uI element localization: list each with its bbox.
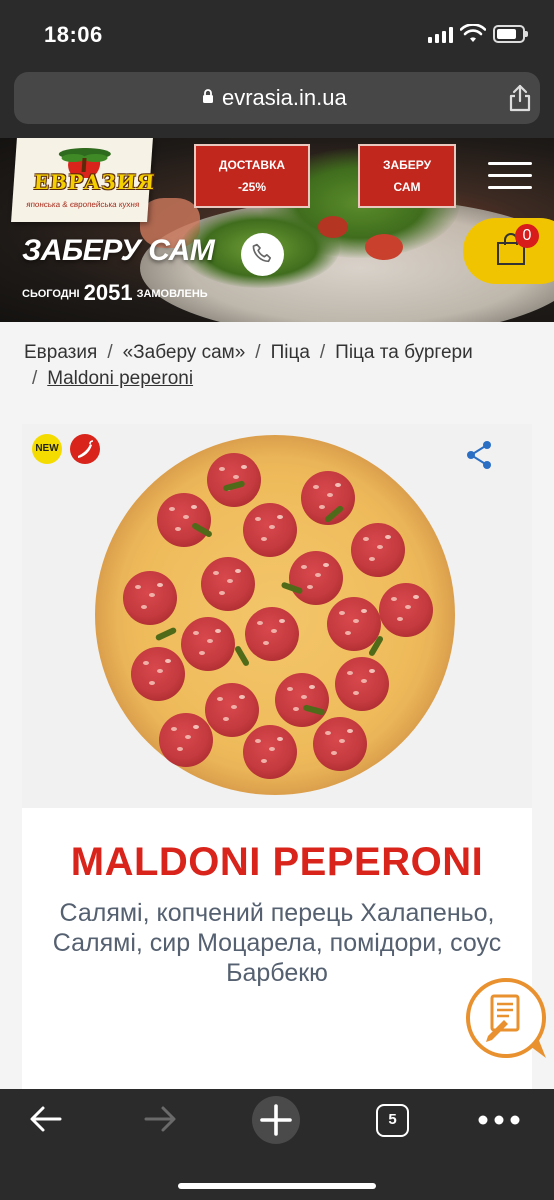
page-content: Евразия / «Заберу сам» / Піца / Піца та бургер… bbox=[0, 322, 554, 1089]
spicy-badge bbox=[70, 434, 100, 464]
delivery-button[interactable]: ДОСТАВКА -25% bbox=[194, 144, 310, 208]
pepperoni-slice bbox=[157, 493, 211, 547]
breadcrumb-item[interactable]: «Заберу сам» bbox=[123, 342, 246, 363]
share-network-icon[interactable] bbox=[465, 440, 493, 470]
pepperoni-slice bbox=[275, 673, 329, 727]
pepperoni-slice bbox=[201, 557, 255, 611]
pepperoni-slice bbox=[335, 657, 389, 711]
hero-food-tomato bbox=[365, 234, 403, 260]
battery-icon bbox=[493, 25, 528, 43]
breadcrumb-separator: / bbox=[32, 368, 38, 389]
status-time: 18:06 bbox=[44, 22, 103, 47]
pepperoni-slice bbox=[243, 503, 297, 557]
pickup-button[interactable]: ЗАБЕРУ САМ bbox=[358, 144, 456, 208]
orders-prefix: СЬОГОДНІ bbox=[22, 288, 80, 300]
pepperoni-slice bbox=[243, 725, 297, 779]
orders-counter: СЬОГОДНІ 2051 ЗАМОВЛЕНЬ bbox=[22, 280, 208, 306]
menu-icon[interactable] bbox=[488, 162, 532, 190]
orders-count: 2051 bbox=[83, 280, 133, 305]
pepperoni-slice bbox=[159, 713, 213, 767]
cart-count-badge: 0 bbox=[515, 224, 539, 248]
cart-button[interactable]: 0 bbox=[463, 218, 554, 284]
page-title: ЗАБЕРУ САМ bbox=[22, 234, 215, 267]
product-description: Салямі, копчений перець Халапеньо, Салям… bbox=[52, 899, 502, 987]
hero-food-tomato-2 bbox=[318, 216, 348, 238]
breadcrumb-current[interactable]: Maldoni peperoni bbox=[47, 368, 193, 389]
breadcrumb: Евразия / «Заберу сам» / Піца / Піца та бургер… bbox=[24, 340, 534, 392]
phone-button[interactable] bbox=[241, 233, 284, 276]
orders-suffix: ЗАМОВЛЕНЬ bbox=[136, 288, 208, 300]
phone-icon bbox=[252, 243, 272, 263]
pepperoni-slice bbox=[123, 571, 177, 625]
breadcrumb-separator: / bbox=[107, 342, 113, 363]
pepperoni-slice bbox=[207, 453, 261, 507]
product-card: NEW MALDONI PEPERONI Салямі, копчений пе… bbox=[22, 424, 532, 1089]
breadcrumb-item[interactable]: Евразия bbox=[24, 342, 97, 363]
pepperoni-slice bbox=[205, 683, 259, 737]
more-options-icon[interactable] bbox=[478, 1115, 520, 1125]
pepperoni-slice bbox=[245, 607, 299, 661]
breadcrumb-separator: / bbox=[319, 342, 326, 363]
delivery-button-label: ДОСТАВКА bbox=[218, 158, 286, 172]
signal-icon bbox=[428, 27, 454, 43]
breadcrumb-separator: / bbox=[255, 342, 261, 363]
forward-arrow-icon[interactable] bbox=[142, 1101, 178, 1137]
delivery-discount: -25% bbox=[237, 180, 266, 194]
tab-count-button[interactable]: 5 bbox=[376, 1104, 409, 1137]
logo-tagline: японська & європейська кухня bbox=[25, 200, 140, 209]
pepperoni-slice bbox=[131, 647, 185, 701]
back-arrow-icon[interactable] bbox=[28, 1101, 64, 1137]
lock-icon bbox=[203, 89, 213, 103]
status-bar: 18:06 bbox=[0, 0, 554, 64]
pepperoni-slice bbox=[181, 617, 235, 671]
share-icon[interactable] bbox=[507, 84, 533, 112]
browser-address-area: evrasia.in.ua bbox=[0, 64, 554, 138]
site-logo[interactable]: ЕВРАЗИЯ японська & європейська кухня bbox=[11, 138, 157, 222]
site-header: ЕВРАЗИЯ японська & європейська кухня ДОС… bbox=[0, 138, 554, 322]
product-title: MALDONI PEPERONI bbox=[70, 840, 484, 884]
pickup-button-line1: ЗАБЕРУ bbox=[382, 158, 432, 172]
address-bar[interactable]: evrasia.in.ua bbox=[14, 72, 540, 124]
pickup-button-line2: САМ bbox=[393, 180, 421, 194]
breadcrumb-item[interactable]: Піца bbox=[271, 342, 310, 363]
feedback-button[interactable] bbox=[464, 976, 548, 1060]
pepperoni-slice bbox=[289, 551, 343, 605]
pepperoni-slice bbox=[351, 523, 405, 577]
new-tab-plus-icon[interactable] bbox=[251, 1095, 301, 1145]
home-indicator bbox=[178, 1183, 376, 1189]
url-text: evrasia.in.ua bbox=[222, 85, 347, 110]
chili-pepper-icon bbox=[78, 440, 94, 458]
pizza-image bbox=[95, 435, 455, 795]
new-badge: NEW bbox=[32, 434, 62, 464]
logo-text: ЕВРАЗИЯ bbox=[33, 170, 157, 194]
product-image[interactable]: NEW bbox=[22, 424, 532, 808]
breadcrumb-item[interactable]: Піца та бургери bbox=[335, 342, 473, 363]
pepperoni-slice bbox=[313, 717, 367, 771]
pepperoni-slice bbox=[379, 583, 433, 637]
wifi-icon bbox=[460, 24, 486, 42]
